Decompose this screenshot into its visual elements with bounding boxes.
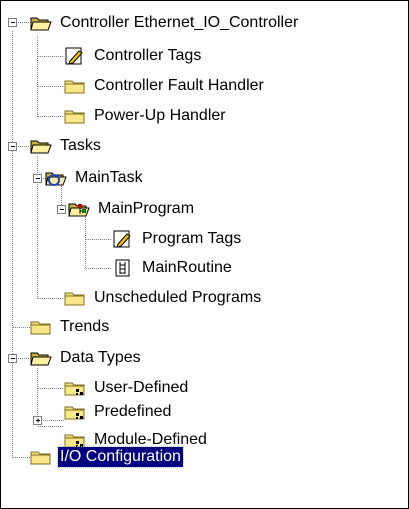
tree-item-power-up-handler[interactable]: Power-Up Handler — [64, 103, 228, 129]
tree-item-io-configuration[interactable]: I/O Configuration — [30, 444, 184, 470]
tree-item-label: I/O Configuration — [57, 446, 184, 468]
collapse-controller-button[interactable] — [8, 18, 17, 27]
tree-item-label: Unscheduled Programs — [94, 289, 262, 306]
datatype-folder-icon — [64, 406, 85, 420]
folder-icon — [64, 80, 85, 94]
tree-item-controller-tags[interactable]: Controller Tags — [64, 43, 203, 69]
tree-item-predefined[interactable]: Predefined — [64, 399, 173, 425]
folder-open-icon — [30, 352, 52, 366]
tree-item-label: Data Types — [60, 349, 141, 366]
collapse-maintask-button[interactable] — [33, 174, 42, 183]
folder-icon — [64, 292, 85, 306]
tree-item-label: Trends — [60, 318, 110, 335]
folder-open-icon — [30, 140, 52, 154]
tree-item-label: Controller Ethernet_IO_Controller — [60, 14, 299, 31]
collapse-tasks-button[interactable] — [8, 142, 17, 151]
tree-item-controller[interactable]: Controller Ethernet_IO_Controller — [30, 10, 300, 36]
datatype-folder-icon — [64, 382, 85, 396]
collapse-mainprogram-button[interactable] — [57, 205, 66, 214]
folder-icon — [30, 451, 51, 465]
tree-item-label: MainProgram — [98, 200, 195, 217]
controller-organizer-tree[interactable]: Controller Ethernet_IO_Controller Contro… — [0, 0, 409, 509]
expand-predefined-button[interactable] — [33, 416, 42, 425]
tree-item-label: MainRoutine — [142, 259, 232, 276]
tags-icon — [65, 47, 83, 65]
tree-item-label: Program Tags — [142, 230, 242, 247]
tree-item-maintask[interactable]: MainTask — [45, 165, 145, 191]
tree-item-label: Predefined — [94, 403, 172, 420]
tree-item-mainroutine[interactable]: MainRoutine — [112, 255, 234, 281]
tree-item-trends[interactable]: Trends — [30, 314, 111, 340]
tree-item-label: Tasks — [60, 137, 101, 154]
folder-icon — [64, 110, 85, 124]
tree-item-label: User-Defined — [94, 379, 189, 396]
tree-item-controller-fault-handler[interactable]: Controller Fault Handler — [64, 73, 266, 99]
task-icon — [45, 172, 67, 186]
tree-item-user-defined[interactable]: User-Defined — [64, 375, 190, 401]
tree-item-label: Controller Fault Handler — [94, 77, 264, 94]
tree-item-data-types[interactable]: Data Types — [30, 345, 143, 371]
folder-open-icon — [30, 17, 52, 31]
collapse-datatypes-button[interactable] — [8, 354, 17, 363]
routine-icon — [115, 259, 130, 277]
tree-item-label: Power-Up Handler — [94, 107, 226, 124]
tags-icon — [113, 230, 131, 248]
tree-item-label: MainTask — [75, 169, 143, 186]
folder-icon — [30, 321, 51, 335]
tree-item-unscheduled-programs[interactable]: Unscheduled Programs — [64, 285, 263, 311]
tree-item-mainprogram[interactable]: MainProgram — [68, 196, 196, 222]
program-icon — [68, 203, 90, 217]
tree-item-label: Controller Tags — [94, 47, 202, 64]
tree-item-tasks[interactable]: Tasks — [30, 133, 103, 159]
tree-item-program-tags[interactable]: Program Tags — [112, 226, 243, 252]
